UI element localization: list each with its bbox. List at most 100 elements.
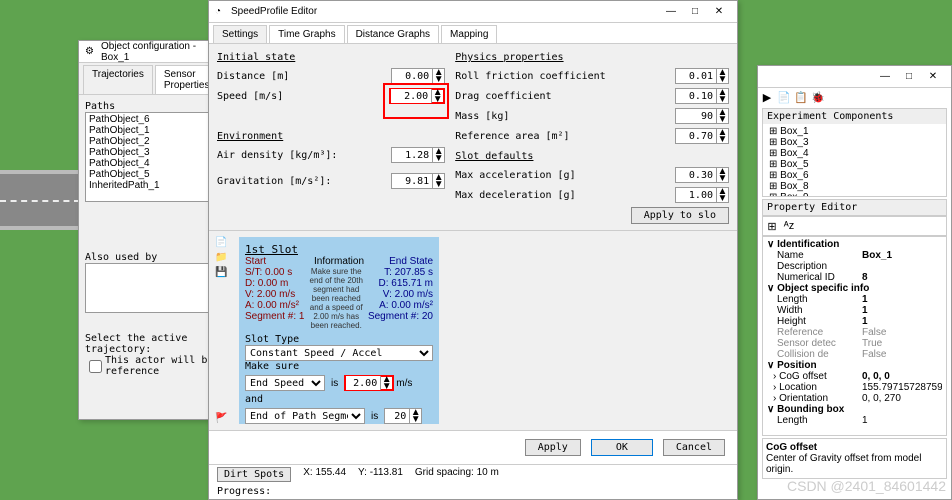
tree-item[interactable]: ⊞ Box_5	[769, 159, 940, 170]
and-label: and	[245, 394, 433, 405]
drag-coef-label: Drag coefficient	[455, 91, 675, 102]
initial-state-header: Initial state	[217, 52, 445, 63]
bbox-section[interactable]: ∨ Bounding box	[767, 404, 942, 415]
list-item[interactable]: PathObject_3	[87, 147, 219, 158]
drag-coef-input[interactable]: ▲▼	[675, 88, 729, 104]
end-seg-select[interactable]: End of Path Segment I	[245, 408, 365, 424]
flag-icon[interactable]: 🚩	[215, 413, 233, 424]
slot-type-label: Slot Type	[245, 334, 433, 345]
ref-area-label: Reference area [m²]	[455, 131, 675, 142]
objspec-section[interactable]: ∨ Object specific info	[767, 283, 942, 294]
speed-titlebar: ◔ SpeedProfile Editor — □ ✕	[209, 1, 737, 23]
list-item[interactable]: PathObject_4	[87, 158, 219, 169]
progress-label: Progress:	[209, 484, 737, 499]
exp-comp-header: Experiment Components	[763, 109, 946, 124]
tree-item[interactable]: ⊞ Box_3	[769, 137, 940, 148]
status-y: Y: -113.81	[358, 467, 403, 482]
right-max-button[interactable]: □	[897, 71, 921, 82]
right-close-button[interactable]: ✕	[921, 71, 945, 82]
ok-button[interactable]: OK	[591, 439, 653, 456]
speed-title: SpeedProfile Editor	[231, 6, 659, 17]
status-x: X: 155.44	[303, 467, 346, 482]
gravitation-input[interactable]: ▲▼	[391, 173, 445, 189]
folder-icon[interactable]: 📁	[215, 252, 233, 263]
apply-button[interactable]: Apply	[525, 439, 581, 456]
tree-item[interactable]: ⊞ Box_6	[769, 170, 940, 181]
info-text: Make sure the end of the 20th segment ha…	[304, 267, 367, 330]
mass-label: Mass [kg]	[455, 111, 675, 122]
tool-icon[interactable]: ▶	[760, 90, 774, 104]
dirt-spots-button[interactable]: Dirt Spots	[217, 467, 291, 482]
max-decel-label: Max deceleration [g]	[455, 190, 675, 201]
slot-defaults-header: Slot defaults	[455, 151, 729, 162]
tool-icon[interactable]: 📋	[794, 90, 808, 104]
apply-to-slo-button[interactable]: Apply to slo	[631, 207, 729, 224]
objconfig-title: Object configuration - Box_1	[101, 41, 221, 63]
air-density-input[interactable]: ▲▼	[391, 147, 445, 163]
roll-friction-label: Roll friction coefficient	[455, 71, 675, 82]
gear-icon: ⚙	[85, 46, 97, 58]
list-item[interactable]: PathObject_2	[87, 136, 219, 147]
sort-az-icon[interactable]: ᴬz	[782, 219, 796, 233]
bug-icon[interactable]: 🐞	[811, 90, 825, 104]
save-icon[interactable]: 💾	[215, 267, 233, 278]
gravitation-label: Gravitation [m/s²]:	[217, 176, 391, 187]
paths-list[interactable]: PathObject_6 PathObject_1 PathObject_2 P…	[85, 112, 221, 202]
minimize-button[interactable]: —	[659, 6, 683, 17]
tree-item[interactable]: ⊞ Box_1	[769, 126, 940, 137]
physics-header: Physics properties	[455, 52, 729, 63]
paths-label: Paths	[85, 101, 221, 112]
max-accel-label: Max acceleration [g]	[455, 170, 675, 181]
environment-header: Environment	[217, 131, 445, 142]
tree-item[interactable]: ⊞ Box_9	[769, 192, 940, 196]
close-button[interactable]: ✕	[707, 6, 731, 17]
slot-type-select[interactable]: Constant Speed / Accel	[245, 345, 433, 361]
tab-trajectories[interactable]: Trajectories	[83, 65, 153, 94]
distance-label: Distance [m]	[217, 71, 391, 82]
tab-mapping[interactable]: Mapping	[441, 25, 497, 43]
prop-editor-header: Property Editor	[762, 199, 947, 216]
tree-item[interactable]: ⊞ Box_4	[769, 148, 940, 159]
this-actor-checkbox[interactable]	[89, 360, 102, 373]
list-item[interactable]: PathObject_6	[87, 114, 219, 125]
status-grid: Grid spacing: 10 m	[415, 467, 499, 482]
end-speed-input[interactable]: ▲▼	[344, 375, 394, 391]
select-active-label: Select the active trajectory:	[85, 333, 221, 355]
air-density-label: Air density [kg/m³]:	[217, 150, 391, 161]
cancel-button[interactable]: Cancel	[663, 439, 725, 456]
end-speed-select[interactable]: End Speed	[245, 375, 325, 391]
maximize-button[interactable]: □	[683, 6, 707, 17]
end-seg-input[interactable]: ▲▼	[384, 408, 422, 424]
tab-distance-graphs[interactable]: Distance Graphs	[347, 25, 439, 43]
ident-section[interactable]: ∨ Identification	[767, 239, 942, 250]
tab-settings[interactable]: Settings	[213, 25, 267, 43]
slot-title: 1st Slot	[245, 243, 433, 256]
make-sure-label: Make sure	[245, 361, 433, 372]
right-min-button[interactable]: —	[873, 71, 897, 82]
objconfig-titlebar: ⚙ Object configuration - Box_1	[79, 41, 227, 63]
max-decel-input[interactable]: ▲▼	[675, 187, 729, 203]
doc-icon[interactable]: 📄	[215, 237, 233, 248]
list-item[interactable]: PathObject_5	[87, 169, 219, 180]
ref-area-input[interactable]: ▲▼	[675, 128, 729, 144]
cog-offset-title: CoG offset	[766, 442, 817, 453]
this-actor-label: This actor will be reference	[105, 355, 221, 377]
also-used-by-label: Also used by	[85, 252, 221, 263]
mass-input[interactable]: ▲▼	[675, 108, 729, 124]
speed-label: Speed [m/s]	[217, 91, 389, 102]
tool-icon[interactable]: 📄	[777, 90, 791, 104]
cog-offset-desc: Center of Gravity offset from model orig…	[766, 453, 921, 475]
start-head: Start	[245, 256, 308, 267]
list-item[interactable]: InheritedPath_1	[87, 180, 219, 191]
sort-icon[interactable]: ⊞	[765, 219, 779, 233]
max-accel-input[interactable]: ▲▼	[675, 167, 729, 183]
roll-friction-input[interactable]: ▲▼	[675, 68, 729, 84]
also-used-by-list[interactable]	[85, 263, 221, 313]
speed-input[interactable]: ▲▼	[389, 88, 445, 104]
list-item[interactable]: PathObject_1	[87, 125, 219, 136]
info-head: Information	[308, 256, 371, 267]
position-section[interactable]: ∨ Position	[767, 360, 942, 371]
tree-item[interactable]: ⊞ Box_8	[769, 181, 940, 192]
tab-time-graphs[interactable]: Time Graphs	[269, 25, 344, 43]
distance-input[interactable]: ▲▼	[391, 68, 445, 84]
